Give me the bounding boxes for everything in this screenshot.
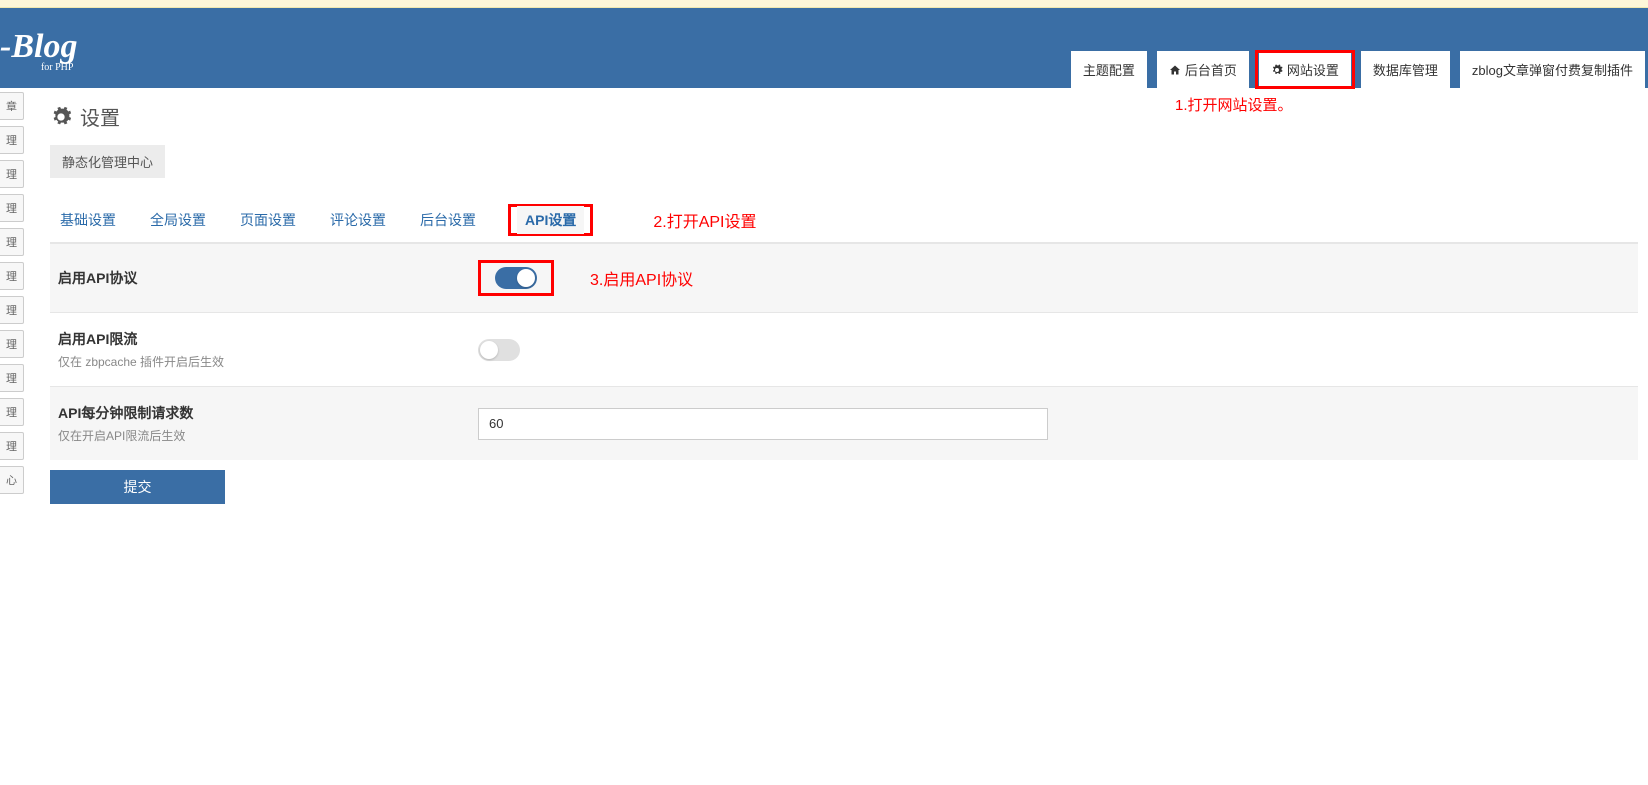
toggle-knob bbox=[517, 269, 535, 287]
toggle-ratelimit[interactable] bbox=[478, 339, 520, 361]
annotation-step2: 2.打开API设置 bbox=[653, 208, 756, 232]
main-content: 设置 静态化管理中心 基础设置 全局设置 页面设置 评论设置 后台设置 API设… bbox=[50, 88, 1638, 504]
input-limit-per-minute[interactable] bbox=[478, 408, 1048, 440]
logo: -Blog for PHP bbox=[0, 30, 77, 73]
form-label: 启用API协议 bbox=[58, 268, 478, 288]
sidebar-item[interactable]: 理 bbox=[0, 262, 24, 290]
annotation-step3: 3.启用API协议 bbox=[590, 266, 693, 290]
annotation-step1: 1.打开网站设置。 bbox=[1175, 94, 1293, 115]
form-label: API每分钟限制请求数 bbox=[58, 403, 478, 423]
tab-basic[interactable]: 基础设置 bbox=[58, 204, 118, 236]
form-label-col: API每分钟限制请求数 仅在开启API限流后生效 bbox=[58, 403, 478, 444]
page-title: 设置 bbox=[50, 102, 1638, 131]
home-icon bbox=[1169, 64, 1181, 76]
form-hint: 仅在开启API限流后生效 bbox=[58, 427, 478, 444]
sidebar-item[interactable]: 理 bbox=[0, 228, 24, 256]
toggle-highlight bbox=[478, 260, 554, 296]
form-wrap: 启用API协议 3.启用API协议 启用API限流 仅在 zbpcache 插件… bbox=[50, 242, 1638, 460]
sidebar-item[interactable]: 章 bbox=[0, 92, 24, 120]
sidebar-item[interactable]: 理 bbox=[0, 330, 24, 358]
sidebar-item[interactable]: 理 bbox=[0, 364, 24, 392]
nav-label: 网站设置 bbox=[1287, 60, 1339, 79]
static-manage-button[interactable]: 静态化管理中心 bbox=[50, 145, 165, 178]
form-row-ratelimit: 启用API限流 仅在 zbpcache 插件开启后生效 bbox=[50, 312, 1638, 386]
form-label: 启用API限流 bbox=[58, 329, 478, 349]
sidebar-item[interactable]: 心 bbox=[0, 466, 24, 494]
tab-admin[interactable]: 后台设置 bbox=[418, 204, 478, 236]
tab-api-highlight: API设置 bbox=[508, 204, 593, 236]
nav-label: 数据库管理 bbox=[1373, 60, 1438, 79]
sidebar-item[interactable]: 理 bbox=[0, 194, 24, 222]
form-label-col: 启用API协议 bbox=[58, 268, 478, 288]
form-row-limit-count: API每分钟限制请求数 仅在开启API限流后生效 bbox=[50, 386, 1638, 460]
nav-label: zblog文章弹窗付费复制插件 bbox=[1472, 60, 1633, 79]
header: -Blog for PHP 主题配置 后台首页 网站设置 数据库管理 zblog… bbox=[0, 8, 1648, 88]
tab-comment[interactable]: 评论设置 bbox=[328, 204, 388, 236]
top-nav: 主题配置 后台首页 网站设置 数据库管理 zblog文章弹窗付费复制插件 bbox=[1064, 51, 1648, 88]
tabs: 基础设置 全局设置 页面设置 评论设置 后台设置 API设置 2.打开API设置 bbox=[50, 196, 1638, 236]
form-ctrl-col bbox=[478, 408, 1048, 440]
toggle-enable-api[interactable] bbox=[495, 267, 537, 289]
tab-api[interactable]: API设置 bbox=[517, 206, 584, 234]
logo-main: -Blog bbox=[0, 30, 77, 64]
submit-button[interactable]: 提交 bbox=[50, 470, 225, 504]
nav-admin-home[interactable]: 后台首页 bbox=[1154, 51, 1252, 88]
sidebar: 章 理 理 理 理 理 理 理 理 理 理 心 bbox=[0, 92, 24, 500]
gear-icon bbox=[50, 106, 72, 128]
tab-page[interactable]: 页面设置 bbox=[238, 204, 298, 236]
page-title-text: 设置 bbox=[80, 102, 120, 131]
sidebar-item[interactable]: 理 bbox=[0, 432, 24, 460]
form-row-enable-api: 启用API协议 3.启用API协议 bbox=[50, 243, 1638, 312]
gear-icon bbox=[1271, 64, 1283, 76]
form-hint: 仅在 zbpcache 插件开启后生效 bbox=[58, 353, 478, 370]
tab-global[interactable]: 全局设置 bbox=[148, 204, 208, 236]
nav-plugin-zblog[interactable]: zblog文章弹窗付费复制插件 bbox=[1457, 51, 1648, 88]
sidebar-item[interactable]: 理 bbox=[0, 160, 24, 188]
form-ctrl-col: 3.启用API协议 bbox=[478, 260, 693, 296]
nav-label: 后台首页 bbox=[1185, 60, 1237, 79]
form-label-col: 启用API限流 仅在 zbpcache 插件开启后生效 bbox=[58, 329, 478, 370]
nav-label: 主题配置 bbox=[1083, 60, 1135, 79]
toggle-knob bbox=[480, 341, 498, 359]
nav-theme-config[interactable]: 主题配置 bbox=[1068, 51, 1150, 88]
form-ctrl-col bbox=[478, 339, 520, 361]
sidebar-item[interactable]: 理 bbox=[0, 398, 24, 426]
nav-db-manage[interactable]: 数据库管理 bbox=[1358, 51, 1453, 88]
sidebar-item[interactable]: 理 bbox=[0, 126, 24, 154]
sidebar-item[interactable]: 理 bbox=[0, 296, 24, 324]
top-yellow-bar bbox=[0, 0, 1648, 8]
nav-site-settings[interactable]: 网站设置 bbox=[1256, 51, 1354, 88]
